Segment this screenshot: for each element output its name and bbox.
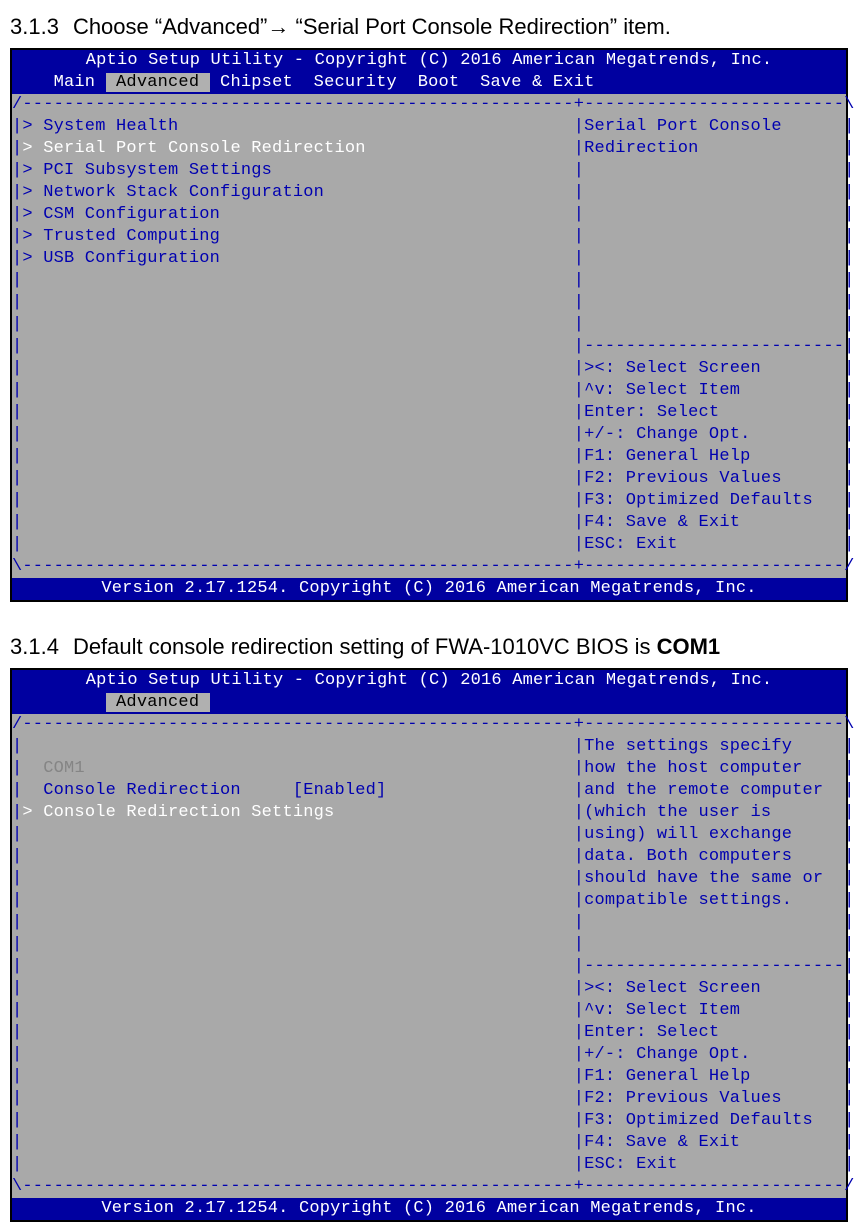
caption-3-1-3: 3.1.3 Choose “Advanced”→ “Serial Port Con… (10, 14, 856, 40)
menubar-left: Main (12, 73, 106, 92)
bios-line: | |The settings specify | (12, 736, 846, 758)
bios-title: Aptio Setup Utility - Copyright (C) 2016… (12, 670, 846, 692)
caption-number: 3.1.3 (10, 14, 59, 39)
bios-line: | |F4: Save & Exit | (12, 512, 846, 534)
bios-line: | |><: Select Screen | (12, 978, 846, 1000)
bios-line: /---------------------------------------… (12, 714, 846, 736)
menubar-right (210, 693, 855, 712)
bios-line: |> PCI Subsystem Settings | | (12, 160, 846, 182)
bios-line: | |data. Both computers | (12, 846, 846, 868)
bios-line: | |should have the same or | (12, 868, 846, 890)
bios-line: | |F3: Optimized Defaults | (12, 1110, 846, 1132)
menubar-advanced-tab[interactable]: Advanced (106, 73, 210, 92)
bios-line: |> Trusted Computing | | (12, 226, 846, 248)
bios-line: | |ESC: Exit | (12, 1154, 846, 1176)
bios-line: |> Network Stack Configuration | | (12, 182, 846, 204)
bios-line: | | | (12, 912, 846, 934)
menubar-advanced-tab[interactable]: Advanced (106, 693, 210, 712)
bios-line: |> System Health |Serial Port Console | (12, 116, 846, 138)
bios-line: | |F3: Optimized Defaults | (12, 490, 846, 512)
bios-line: | COM1 |how the host computer | (12, 758, 846, 780)
bios-line: | |F1: General Help | (12, 446, 846, 468)
bios-line: | |-------------------------| (12, 956, 846, 978)
bios-line: | |+/-: Change Opt. | (12, 1044, 846, 1066)
bios-line: | |+/-: Change Opt. | (12, 424, 846, 446)
bios-line: | |^v: Select Item | (12, 380, 846, 402)
bios-line: |> Serial Port Console Redirection |Redi… (12, 138, 846, 160)
bios-footer: Version 2.17.1254. Copyright (C) 2016 Am… (12, 578, 846, 600)
bios-line: |> Console Redirection Settings |(which … (12, 802, 846, 824)
caption-text-a: Choose “Advanced” (73, 14, 267, 39)
bios-body-1: /---------------------------------------… (12, 94, 846, 578)
bios-line: | |^v: Select Item | (12, 1000, 846, 1022)
caption-bold: COM1 (657, 634, 721, 659)
bios-line: | |compatible settings. | (12, 890, 846, 912)
caption-3-1-4: 3.1.4 Default console redirection setting… (10, 634, 856, 660)
bios-line: | |Enter: Select | (12, 402, 846, 424)
bios-screenshot-2: Aptio Setup Utility - Copyright (C) 2016… (10, 668, 848, 1222)
arrow-icon: → (267, 14, 289, 39)
bios-line: | |F4: Save & Exit | (12, 1132, 846, 1154)
bios-line: | |F2: Previous Values | (12, 1088, 846, 1110)
bios-menubar[interactable]: Advanced (12, 692, 846, 714)
menubar-right: Chipset Security Boot Save & Exit (210, 73, 845, 92)
bios-line: | |><: Select Screen | (12, 358, 846, 380)
bios-line: | |F2: Previous Values | (12, 468, 846, 490)
bios-line: |> CSM Configuration | | (12, 204, 846, 226)
bios-screenshot-1: Aptio Setup Utility - Copyright (C) 2016… (10, 48, 848, 602)
bios-line: | |-------------------------| (12, 336, 846, 358)
bios-line: | |ESC: Exit | (12, 534, 846, 556)
caption-text-b: “Serial Port Console Redirection” item. (289, 14, 670, 39)
bios-footer: Version 2.17.1254. Copyright (C) 2016 Am… (12, 1198, 846, 1220)
bios-line: /---------------------------------------… (12, 94, 846, 116)
bios-line: \---------------------------------------… (12, 556, 846, 578)
caption-text-a: Default console redirection setting of F… (73, 634, 657, 659)
bios-line: | | | (12, 292, 846, 314)
bios-menubar[interactable]: Main Advanced Chipset Security Boot Save… (12, 72, 846, 94)
bios-body-2: /---------------------------------------… (12, 714, 846, 1198)
bios-line: | |using) will exchange | (12, 824, 846, 846)
bios-line: | | | (12, 934, 846, 956)
bios-line: | Console Redirection [Enabled] |and the… (12, 780, 846, 802)
bios-line: | | | (12, 314, 846, 336)
menubar-left (12, 693, 106, 712)
bios-title: Aptio Setup Utility - Copyright (C) 2016… (12, 50, 846, 72)
caption-number: 3.1.4 (10, 634, 59, 659)
bios-line: | | | (12, 270, 846, 292)
bios-line: |> USB Configuration | | (12, 248, 846, 270)
bios-line: \---------------------------------------… (12, 1176, 846, 1198)
bios-line: | |F1: General Help | (12, 1066, 846, 1088)
bios-line: | |Enter: Select | (12, 1022, 846, 1044)
